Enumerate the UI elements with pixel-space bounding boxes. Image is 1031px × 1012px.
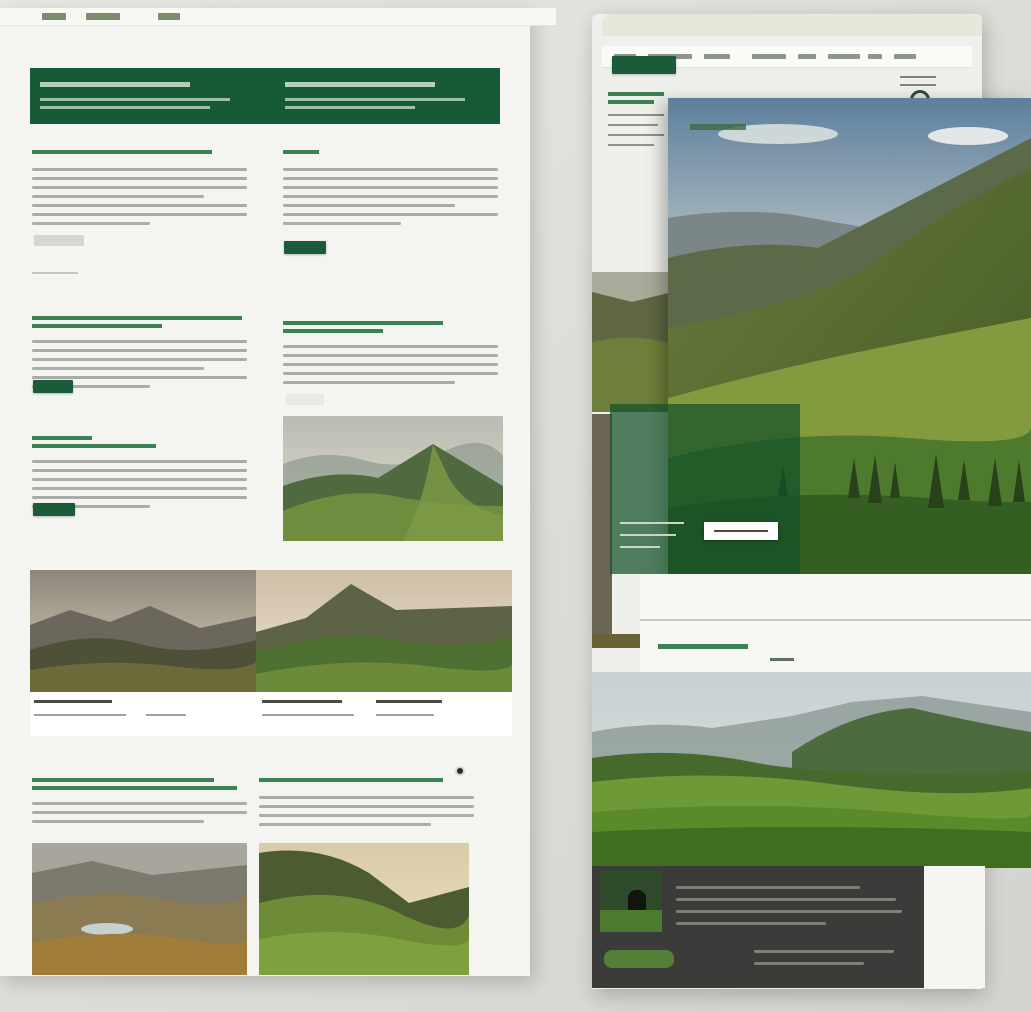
- hero-banner: [30, 68, 500, 124]
- browser-topbar: [602, 14, 982, 36]
- gallery-captions: [30, 692, 512, 736]
- cta-button[interactable]: [33, 380, 73, 393]
- footer-section: [592, 866, 924, 988]
- mountain-photo: [256, 570, 512, 692]
- overlay-text-line: [620, 546, 660, 548]
- nav-item[interactable]: [894, 54, 916, 59]
- footer-thumbnail: [600, 870, 662, 932]
- landscape-photo: [592, 672, 1031, 868]
- mountain-photo: [30, 570, 256, 692]
- header-cta-button[interactable]: [612, 56, 676, 74]
- section-c-left: [32, 426, 247, 514]
- section-b-right: [283, 311, 498, 390]
- nav-item[interactable]: [158, 13, 180, 20]
- nav-item[interactable]: [86, 13, 120, 20]
- mountain-photo: [32, 843, 247, 975]
- footer-side-panel: [924, 866, 985, 988]
- nav-item[interactable]: [828, 54, 860, 59]
- photo-edge: [592, 414, 612, 634]
- section-d-right: [259, 768, 474, 832]
- overlay-text-line: [620, 522, 684, 524]
- avatar-icon: [455, 766, 465, 776]
- mountain-photo: [592, 272, 672, 412]
- overlay-text-line: [620, 534, 676, 536]
- secondary-button[interactable]: [286, 394, 324, 405]
- nav-item[interactable]: [704, 54, 730, 59]
- cta-button[interactable]: [284, 241, 326, 254]
- section-d-left: [32, 768, 247, 829]
- divider: [640, 619, 1031, 621]
- mountain-photo: [259, 843, 469, 975]
- overlay-panel: [610, 404, 800, 574]
- photo-edge: [592, 634, 640, 648]
- sidebar-heading: [608, 92, 668, 146]
- nav-item[interactable]: [42, 13, 66, 20]
- cta-button[interactable]: [33, 503, 75, 516]
- section-a-right: [283, 140, 498, 231]
- section-a-left: [32, 140, 247, 231]
- overlay-cta-button[interactable]: [704, 522, 778, 540]
- top-nav-strip: [0, 8, 556, 26]
- footer-logo: [604, 950, 674, 968]
- read-more-button[interactable]: [34, 235, 84, 246]
- nav-item[interactable]: [798, 54, 816, 59]
- divider: [32, 272, 78, 274]
- nav-item[interactable]: [868, 54, 882, 59]
- nav-item[interactable]: [752, 54, 786, 59]
- mountain-photo: [283, 416, 503, 541]
- left-page-mockup: [0, 8, 556, 976]
